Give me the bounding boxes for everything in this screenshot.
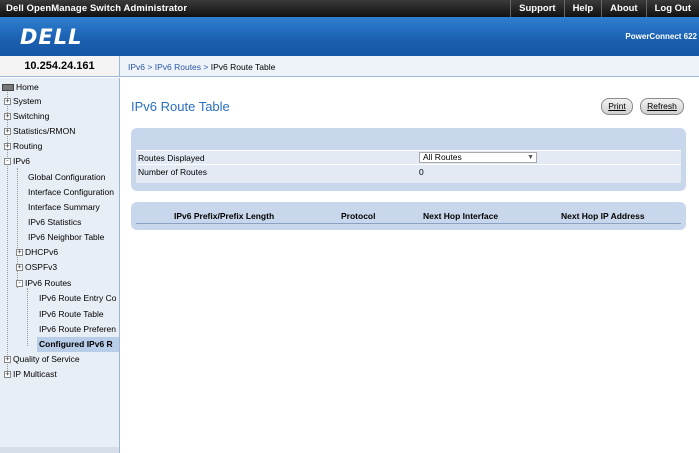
nav-interface-configuration[interactable]: Interface Configuration xyxy=(28,185,114,200)
refresh-button[interactable]: Refresh xyxy=(640,98,684,115)
routes-displayed-select[interactable]: All Routes ▼ xyxy=(419,152,537,163)
divider xyxy=(136,164,681,165)
collapse-icon[interactable]: - xyxy=(16,280,23,288)
nav-routing[interactable]: + Routing xyxy=(4,139,42,154)
expand-icon[interactable]: + xyxy=(4,356,11,364)
nav-system[interactable]: + System xyxy=(4,94,41,109)
col-header-prefix: IPv6 Prefix/Prefix Length xyxy=(174,211,275,221)
nav-ospfv3[interactable]: + OSPFv3 xyxy=(16,260,57,275)
home-icon xyxy=(2,84,14,92)
nav-quality-of-service[interactable]: + Quality of Service xyxy=(4,352,80,367)
breadcrumb: IPv6 > IPv6 Routes > IPv6 Route Table xyxy=(128,62,275,72)
print-button[interactable]: Print xyxy=(601,98,633,115)
collapse-icon[interactable]: - xyxy=(4,158,11,166)
nav-ipv6-routes[interactable]: - IPv6 Routes xyxy=(16,276,71,291)
number-of-routes-value: 0 xyxy=(419,167,424,177)
horizontal-scrollbar[interactable] xyxy=(0,447,119,453)
about-link[interactable]: About xyxy=(601,0,645,17)
nav-ipv6-route-preference[interactable]: IPv6 Route Preferen xyxy=(39,322,116,337)
summary-body: Routes Displayed All Routes ▼ Number of … xyxy=(136,150,681,183)
expand-icon[interactable]: + xyxy=(4,113,11,121)
expand-icon[interactable]: + xyxy=(4,371,11,379)
breadcrumb-sep: > xyxy=(203,62,209,72)
expand-icon[interactable]: + xyxy=(16,264,23,272)
expand-icon[interactable]: + xyxy=(4,143,11,151)
main-content: IPv6 Route Table Print Refresh Routes Di… xyxy=(121,78,699,453)
nav-dhcpv6[interactable]: + DHCPv6 xyxy=(16,245,58,260)
chevron-down-icon: ▼ xyxy=(527,154,534,161)
nav-tree: Home + System + Switching + Statistics/RMON… xyxy=(0,78,120,453)
expand-icon[interactable]: + xyxy=(4,128,11,136)
breadcrumb-bar: IPv6 > IPv6 Routes > IPv6 Route Table xyxy=(120,56,699,77)
table-header-rule xyxy=(136,223,681,224)
page-title: IPv6 Route Table xyxy=(131,99,230,114)
nav-ipv6[interactable]: - IPv6 xyxy=(4,154,30,169)
nav-configured-ipv6-routes[interactable]: Configured IPv6 R xyxy=(37,337,119,352)
expand-icon[interactable]: + xyxy=(4,98,11,106)
number-of-routes-label: Number of Routes xyxy=(138,167,207,177)
ip-address: 10.254.24.161 xyxy=(0,56,120,77)
breadcrumb-sep: > xyxy=(147,62,153,72)
nav-interface-summary[interactable]: Interface Summary xyxy=(28,200,100,215)
app-title: Dell OpenManage Switch Administrator xyxy=(6,3,188,14)
tree-line xyxy=(27,288,28,346)
routes-displayed-value: All Routes xyxy=(423,152,462,162)
nav-home[interactable]: Home xyxy=(2,80,39,95)
title-bar: Dell OpenManage Switch Administrator Sup… xyxy=(0,0,699,17)
nav-ipv6-route-table[interactable]: IPv6 Route Table xyxy=(39,307,104,322)
nav-ipv6-route-entry[interactable]: IPv6 Route Entry Co xyxy=(39,291,116,306)
nav-ip-multicast[interactable]: + IP Multicast xyxy=(4,367,57,382)
breadcrumb-ipv6[interactable]: IPv6 xyxy=(128,62,145,72)
nav-ipv6-neighbor-table[interactable]: IPv6 Neighbor Table xyxy=(28,230,104,245)
support-link[interactable]: Support xyxy=(510,0,563,17)
nav-statistics[interactable]: + Statistics/RMON xyxy=(4,124,75,139)
help-link[interactable]: Help xyxy=(563,0,602,17)
summary-panel: Routes Displayed All Routes ▼ Number of … xyxy=(131,128,686,191)
breadcrumb-current: IPv6 Route Table xyxy=(210,62,276,72)
col-header-next-hop-ip: Next Hop IP Address xyxy=(561,211,645,221)
routes-displayed-label: Routes Displayed xyxy=(138,153,205,163)
expand-icon[interactable]: + xyxy=(16,249,23,257)
dell-logo: DELL xyxy=(20,25,83,49)
col-header-protocol: Protocol xyxy=(341,211,376,221)
nav-switching[interactable]: + Switching xyxy=(4,109,49,124)
banner: DELL PowerConnect 622 xyxy=(0,17,699,56)
breadcrumb-ipv6-routes[interactable]: IPv6 Routes xyxy=(155,62,201,72)
route-table: IPv6 Prefix/Prefix Length Protocol Next … xyxy=(131,202,686,230)
nav-ipv6-statistics[interactable]: IPv6 Statistics xyxy=(28,215,81,230)
top-links: Support Help About Log Out xyxy=(510,0,699,17)
logout-link[interactable]: Log Out xyxy=(645,0,699,17)
col-header-next-hop-interface: Next Hop Interface xyxy=(423,211,499,221)
product-name: PowerConnect 622 xyxy=(625,32,697,41)
nav-global-configuration[interactable]: Global Configuration xyxy=(28,170,106,185)
